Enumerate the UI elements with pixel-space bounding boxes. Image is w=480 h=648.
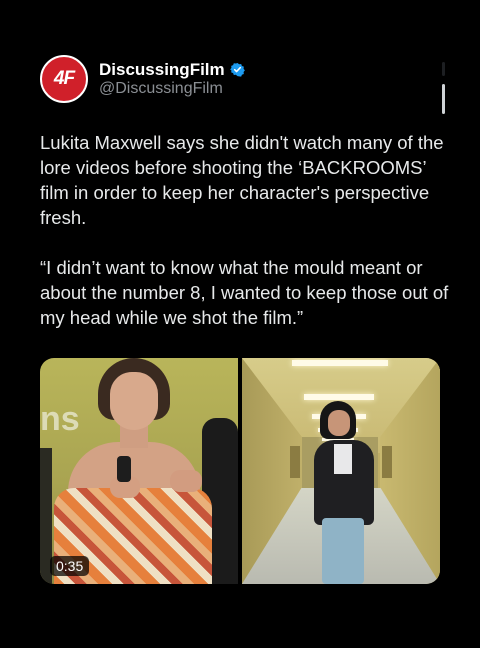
tweet-text: Lukita Maxwell says she didn't watch man… bbox=[40, 130, 450, 355]
tweet-header: 4F DiscussingFilm @DiscussingFilm bbox=[40, 55, 245, 103]
corridor-door bbox=[382, 446, 392, 478]
person-face bbox=[328, 410, 350, 436]
video-thumbnail[interactable]: ns 0:35 bbox=[40, 358, 238, 584]
video-duration-badge: 0:35 bbox=[50, 556, 90, 576]
ceiling-light bbox=[304, 394, 374, 400]
person-face bbox=[110, 372, 158, 430]
display-name-row: DiscussingFilm bbox=[99, 60, 245, 80]
verified-badge-icon bbox=[229, 62, 245, 77]
person-shirt bbox=[334, 444, 352, 474]
tweet-paragraph: “I didn’t want to know what the mould me… bbox=[40, 257, 449, 328]
account-avatar[interactable]: 4F bbox=[40, 55, 88, 103]
tweet-paragraph: Lukita Maxwell says she didn't watch man… bbox=[40, 132, 444, 228]
photo-thumbnail[interactable] bbox=[242, 358, 440, 584]
display-name[interactable]: DiscussingFilm bbox=[99, 60, 225, 80]
microphone bbox=[117, 456, 131, 482]
account-handle[interactable]: @DiscussingFilm bbox=[99, 80, 245, 98]
person-hand bbox=[170, 470, 202, 492]
corridor-door bbox=[290, 446, 300, 478]
media-grid: ns 0:35 bbox=[40, 358, 440, 584]
ceiling-light bbox=[292, 360, 388, 366]
person-jeans bbox=[322, 518, 364, 584]
faded-scroll-mark bbox=[442, 62, 445, 76]
account-names: DiscussingFilm @DiscussingFilm bbox=[99, 60, 245, 99]
avatar-logo-text: 4F bbox=[53, 68, 75, 89]
scrollbar[interactable] bbox=[442, 84, 445, 114]
backdrop-text: ns bbox=[40, 400, 80, 438]
